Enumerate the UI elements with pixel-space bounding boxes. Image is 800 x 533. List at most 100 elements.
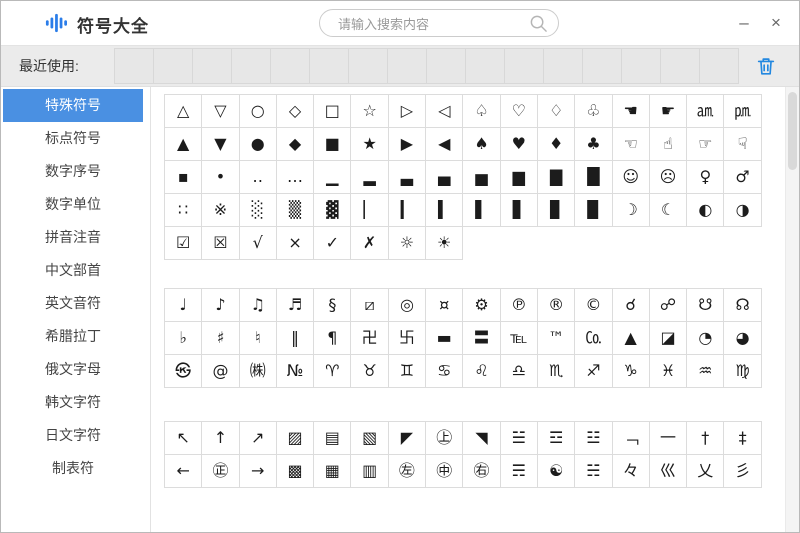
sidebar-item-1[interactable]: 特殊符号 [3, 89, 143, 122]
symbol-cell[interactable]: № [275, 354, 315, 388]
symbol-cell[interactable]: ☲ [536, 421, 576, 455]
symbol-cell[interactable]: ♤ [462, 94, 501, 128]
symbol-cell[interactable]: ☍ [648, 288, 688, 322]
symbol-cell[interactable]: ♣ [574, 127, 613, 161]
symbol-cell[interactable]: ☾ [648, 193, 688, 227]
symbol-cell[interactable]: ♑ [611, 354, 650, 388]
symbol-cell[interactable]: ∷ [164, 193, 203, 227]
symbol-cell[interactable]: ▩ [275, 454, 315, 488]
symbol-cell[interactable]: 乂 [686, 454, 725, 488]
symbol-cell[interactable]: ♢ [536, 94, 576, 128]
sidebar-item-7[interactable]: 英文音符 [3, 287, 143, 320]
symbol-cell[interactable]: ← [164, 454, 203, 488]
symbol-cell[interactable]: ☴ [499, 454, 538, 488]
symbol-cell[interactable]: ▍ [425, 193, 464, 227]
search-box[interactable] [319, 9, 559, 37]
symbol-cell[interactable]: § [313, 288, 352, 322]
symbol-cell[interactable]: ® [536, 288, 576, 322]
symbol-cell[interactable]: ♦ [536, 127, 576, 161]
symbol-cell[interactable]: ⚙ [462, 288, 501, 322]
sidebar-item-10[interactable]: 韩文字符 [3, 386, 143, 419]
symbol-cell[interactable]: ▦ [313, 454, 352, 488]
symbol-cell[interactable]: © [574, 288, 613, 322]
symbol-cell[interactable]: • [201, 160, 240, 194]
symbol-cell[interactable]: ↗ [238, 421, 277, 455]
symbol-cell[interactable]: ♫ [238, 288, 277, 322]
symbol-cell[interactable]: 〓 [462, 321, 501, 355]
trash-button[interactable] [755, 55, 777, 77]
symbol-cell[interactable]: 卐 [387, 321, 427, 355]
symbol-cell[interactable]: ♀ [686, 160, 725, 194]
symbol-cell[interactable]: ▏ [350, 193, 389, 227]
symbol-cell[interactable]: ↑ [201, 421, 240, 455]
symbol-cell[interactable]: ☳ [574, 421, 613, 455]
symbol-cell[interactable]: ※ [201, 193, 240, 227]
symbol-cell[interactable]: ▋ [499, 193, 538, 227]
symbol-cell[interactable]: ▂ [350, 160, 389, 194]
symbol-cell[interactable]: ㏂ [686, 94, 725, 128]
symbol-cell[interactable]: ▤ [313, 421, 352, 455]
symbol-cell[interactable]: ♮ [238, 321, 277, 355]
symbol-cell[interactable]: † [686, 421, 725, 455]
symbol-cell[interactable]: ㉿ [164, 354, 203, 388]
symbol-cell[interactable]: 一 [648, 421, 688, 455]
symbol-cell[interactable]: ☽ [611, 193, 650, 227]
symbol-cell[interactable]: ☊ [723, 288, 762, 322]
symbol-cell[interactable]: ▎ [387, 193, 427, 227]
symbol-cell[interactable]: ✓ [313, 226, 352, 260]
symbol-cell[interactable]: ☹ [648, 160, 688, 194]
symbol-cell[interactable]: ▲ [611, 321, 650, 355]
symbol-cell[interactable]: ♒ [686, 354, 725, 388]
symbol-cell[interactable]: ▊ [536, 193, 576, 227]
symbol-cell[interactable]: █ [574, 160, 613, 194]
symbol-cell[interactable]: ◥ [462, 421, 501, 455]
symbol-cell[interactable]: 巛 [648, 454, 688, 488]
sidebar-item-11[interactable]: 日文字符 [3, 419, 143, 452]
symbol-cell[interactable]: ▬ [425, 321, 464, 355]
symbol-cell[interactable]: □ [313, 94, 352, 128]
symbol-cell[interactable]: ㏘ [723, 94, 762, 128]
symbol-cell[interactable]: 々 [611, 454, 650, 488]
symbol-cell[interactable]: ♩ [164, 288, 203, 322]
symbol-cell[interactable]: ◁ [425, 94, 464, 128]
symbol-cell[interactable]: ♏ [536, 354, 576, 388]
symbol-cell[interactable]: ♎ [499, 354, 538, 388]
symbol-cell[interactable]: ☑ [164, 226, 203, 260]
symbol-cell[interactable]: ▄ [425, 160, 464, 194]
symbol-cell[interactable]: ☝ [648, 127, 688, 161]
symbol-cell[interactable]: ¤ [425, 288, 464, 322]
symbol-cell[interactable]: × [275, 226, 315, 260]
symbol-cell[interactable]: ☜ [611, 127, 650, 161]
symbol-cell[interactable]: ▧ [350, 421, 389, 455]
search-icon[interactable] [529, 14, 548, 33]
symbol-cell[interactable]: ‖ [275, 321, 315, 355]
symbol-cell[interactable]: √ [238, 226, 277, 260]
symbol-cell[interactable]: ㊨ [462, 454, 501, 488]
symbol-cell[interactable]: ▼ [201, 127, 240, 161]
symbol-cell[interactable]: ™ [536, 321, 576, 355]
symbol-cell[interactable]: △ [164, 94, 203, 128]
symbol-cell[interactable]: ♭ [164, 321, 203, 355]
symbol-cell[interactable]: ▶ [387, 127, 427, 161]
symbol-cell[interactable]: ▁ [313, 160, 352, 194]
symbol-cell[interactable]: ‡ [723, 421, 762, 455]
symbol-cell[interactable]: ▓ [313, 193, 352, 227]
symbol-cell[interactable]: ★ [350, 127, 389, 161]
symbol-cell[interactable]: ☺ [611, 160, 650, 194]
symbol-cell[interactable]: @ [201, 354, 240, 388]
symbol-cell[interactable]: ▨ [275, 421, 315, 455]
symbol-cell[interactable]: ◪ [648, 321, 688, 355]
minimize-button[interactable]: – [729, 1, 759, 45]
symbol-cell[interactable]: ☌ [611, 288, 650, 322]
sidebar-item-3[interactable]: 数字序号 [3, 155, 143, 188]
symbol-cell[interactable]: ‥ [238, 160, 277, 194]
symbol-cell[interactable]: ℡ [499, 321, 538, 355]
scrollbar-thumb[interactable] [788, 92, 797, 170]
symbol-cell[interactable]: ☼ [387, 226, 427, 260]
search-input[interactable] [336, 12, 520, 36]
symbol-cell[interactable]: ♠ [462, 127, 501, 161]
symbol-cell[interactable]: ☀ [425, 226, 464, 260]
symbol-cell[interactable]: ▲ [164, 127, 203, 161]
close-button[interactable]: × [761, 1, 791, 45]
symbol-cell[interactable]: 彡 [723, 454, 762, 488]
